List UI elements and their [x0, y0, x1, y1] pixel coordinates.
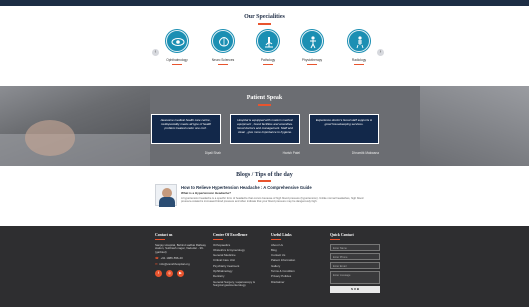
quick-contact-form: Enter Name Enter Phone Enter Email Enter…	[330, 243, 380, 293]
blog-post-subtitle: What is a Hypertension Headache?	[181, 191, 232, 195]
patient-speak-section: Patient Speak Awesome medical health car…	[0, 86, 529, 166]
speciality-underline	[172, 64, 182, 65]
testimonial-author: Harish Patel	[282, 151, 300, 155]
speciality-item-radiology[interactable]: Radiology	[337, 30, 381, 65]
footer: Contact us Sanjay Hospital, Behind sadba…	[0, 226, 529, 307]
speciality-label: Neuro Sciences	[211, 58, 235, 62]
blog-thumbnail[interactable]	[155, 184, 177, 207]
speciality-underline	[218, 64, 228, 65]
testimonial-card: Experience doctor's Good staff supports …	[309, 114, 379, 144]
specialities-section: Our Specialities ‹ › Ophthalmology Neuro…	[0, 6, 529, 86]
instagram-icon[interactable]: ◎	[166, 270, 173, 277]
footer-link[interactable]: Privacy Policies	[271, 275, 295, 278]
footer-link[interactable]: Orthopaedics	[213, 243, 261, 247]
footer-heading-underline	[330, 238, 340, 240]
footer-link[interactable]: General Surgery, Laparoscopy & Surgical …	[213, 280, 261, 287]
footer-link[interactable]: Terms & Condition	[271, 269, 295, 273]
microscope-icon	[257, 30, 279, 52]
speciality-item-neuro-sciences[interactable]: Neuro Sciences	[201, 30, 245, 65]
speciality-underline	[263, 64, 273, 65]
speciality-label: Ophthalmology	[166, 58, 188, 62]
blogs-title: Blogs / Tips of the day	[236, 172, 293, 178]
youtube-icon[interactable]: ▶	[177, 270, 184, 277]
footer-heading-underline	[155, 238, 165, 240]
xray-icon	[348, 30, 370, 52]
footer-email[interactable]: ✉ info@vanshhospital.org	[155, 262, 215, 266]
footer-link[interactable]: Blog	[271, 248, 295, 252]
body-icon	[301, 30, 323, 52]
speciality-underline	[307, 64, 317, 65]
blogs-section: Blogs / Tips of the day How to Relieve H…	[0, 166, 529, 226]
footer-phone-text: +91 1986-556-40	[160, 256, 183, 260]
footer-useful-heading: Useful Links	[271, 233, 292, 237]
footer-link[interactable]: Ophthalmology	[213, 269, 261, 273]
testimonial-card: Awesome medical health care centre , mul…	[151, 114, 221, 144]
footer-centre-column: Center Of Excellence Orthopaedics Obstet…	[213, 233, 261, 289]
footer-quick-contact-column: Quick Contact Enter Name Enter Phone Ent…	[330, 233, 380, 293]
footer-link[interactable]: Contact Us	[271, 254, 295, 257]
speciality-item-ophthalmology[interactable]: Ophthalmology	[155, 30, 199, 65]
specialities-title-underline	[258, 23, 271, 25]
footer-link[interactable]: Patient Information	[271, 259, 295, 262]
name-field[interactable]: Enter Name	[330, 243, 380, 251]
speciality-underline	[354, 64, 364, 65]
footer-link[interactable]: General Medicine	[213, 254, 261, 257]
blog-thumbnail-body	[159, 197, 175, 207]
footer-link[interactable]: Dentistry	[213, 275, 261, 278]
facebook-icon[interactable]: f	[155, 270, 162, 277]
footer-link[interactable]: About Us	[271, 243, 295, 247]
footer-heading-underline	[213, 238, 223, 240]
testimonial-author: Dipali Shah	[204, 151, 221, 155]
footer-centre-heading: Center Of Excellence	[213, 233, 248, 237]
blog-post-title[interactable]: How to Relieve Hypertension Headache : A…	[181, 185, 312, 190]
footer-useful-column: Useful Links About Us Blog Contact Us Pa…	[271, 233, 295, 286]
speciality-item-physiotherapy[interactable]: Physiotherapy	[290, 30, 334, 65]
footer-contact-column: Contact us Sanjay Hospital, Behind sadba…	[155, 233, 215, 277]
testimonial-card: Hospital is equipped with modern medical…	[230, 114, 300, 144]
blog-post-excerpt: A hypertension headache is a specific fo…	[181, 197, 364, 204]
speciality-label: Radiology	[351, 58, 367, 62]
brain-icon	[212, 30, 234, 52]
patient-photo-pillow	[0, 134, 150, 166]
speciality-label: Pathology	[260, 58, 276, 62]
useful-links: About Us Blog Contact Us Patient Informa…	[271, 243, 295, 284]
footer-link[interactable]: Gallery	[271, 264, 295, 268]
footer-quick-heading: Quick Contact	[330, 233, 354, 237]
footer-phone[interactable]: ☎ +91 1986-556-40	[155, 256, 215, 260]
patient-photo-face	[25, 120, 75, 156]
centre-links: Orthopaedics Obstetrics & Gynecology Gen…	[213, 243, 261, 287]
mail-icon: ✉	[155, 262, 158, 266]
testimonial-author: Dhrumitk Makwana	[351, 151, 379, 155]
speciality-item-pathology[interactable]: Pathology	[246, 30, 290, 65]
specialities-title: Our Specialities	[244, 14, 285, 20]
submit-button[interactable]: S U B	[330, 285, 380, 293]
footer-contact-heading: Contact us	[155, 233, 173, 237]
patient-speak-title-underline	[258, 104, 271, 106]
blogs-title-underline	[258, 180, 271, 182]
footer-link[interactable]: Critical Care Unit	[213, 259, 261, 262]
page: Our Specialities ‹ › Ophthalmology Neuro…	[0, 0, 529, 307]
footer-link[interactable]: Obstetrics & Gynecology	[213, 248, 261, 252]
speciality-label: Physiotherapy	[301, 58, 323, 62]
social-links: f ◎ ▶	[155, 270, 215, 277]
footer-email-text: info@vanshhospital.org	[159, 262, 190, 266]
patient-speak-title: Patient Speak	[246, 95, 283, 101]
eye-icon	[166, 30, 188, 52]
footer-link[interactable]: Disclaimer	[271, 280, 295, 284]
footer-heading-underline	[271, 238, 281, 240]
footer-link[interactable]: Psychiatry treatment	[213, 264, 261, 268]
phone-icon: ☎	[155, 256, 159, 260]
footer-address: Sanjay Hospital, Behind sadbai Railway s…	[155, 242, 206, 254]
message-field[interactable]: Enter message	[330, 270, 380, 284]
email-field[interactable]: Enter Email	[330, 261, 380, 269]
phone-field[interactable]: Enter Phone	[330, 252, 380, 260]
